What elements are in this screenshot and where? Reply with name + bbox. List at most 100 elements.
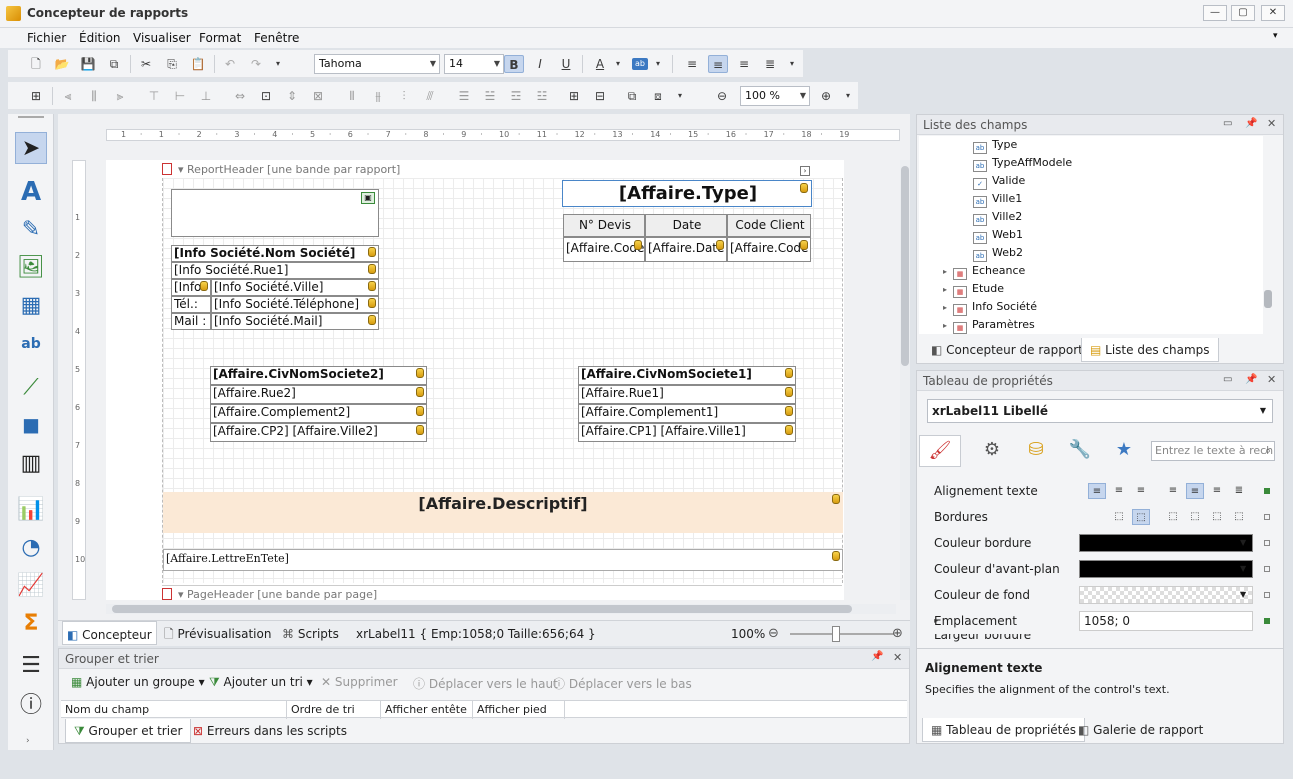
- menu-overflow-icon[interactable]: ▾: [1268, 30, 1283, 42]
- checkbox-tool-icon[interactable]: ab: [15, 328, 47, 360]
- close-pane-icon[interactable]: ✕: [1267, 117, 1276, 130]
- align-rights-icon[interactable]: ⫸: [110, 87, 130, 105]
- band-report-header[interactable]: ▾ ReportHeader [une bande par rapport]: [162, 161, 400, 179]
- backcolor-icon[interactable]: ab: [632, 58, 648, 70]
- label-cp-ville1[interactable]: [Affaire.CP1] [Affaire.Ville1]: [578, 423, 796, 442]
- tree-field-type[interactable]: ab Type: [973, 136, 1017, 154]
- label-affaire-type[interactable]: [Affaire.Type]: [562, 180, 812, 207]
- close-pane-icon[interactable]: ✕: [1267, 373, 1276, 386]
- forecolor-swatch[interactable]: [1079, 560, 1253, 578]
- same-height-icon[interactable]: ⇕: [282, 87, 302, 105]
- layout-overflow-icon[interactable]: ▾: [674, 87, 686, 105]
- label-company-mail[interactable]: [Info Société.Mail]: [211, 313, 379, 330]
- menu-format[interactable]: Format: [194, 30, 246, 46]
- label-lettre-en-tete[interactable]: [Affaire.LettreEnTete]: [163, 549, 843, 571]
- paste-icon[interactable]: 📋: [188, 55, 208, 73]
- pin-icon[interactable]: 📌: [871, 651, 883, 662]
- pointer-tool-icon[interactable]: ➤: [15, 132, 47, 164]
- tree-table-etude[interactable]: ▸ ▦ Etude: [943, 280, 1004, 298]
- bold-icon[interactable]: B: [504, 55, 524, 73]
- align-center-icon[interactable]: ≡: [708, 55, 728, 73]
- table-header-code-client[interactable]: Code Client: [727, 214, 811, 237]
- toolbox-scroll-icon[interactable]: ›: [26, 736, 30, 746]
- tab-erreurs-scripts[interactable]: ⊠ Erreurs dans les scripts: [185, 719, 355, 743]
- forecolor-dropdown-icon[interactable]: ▾: [612, 55, 624, 73]
- col-afficher-pied[interactable]: Afficher pied: [473, 701, 565, 719]
- tab-behavior-icon[interactable]: ⚙: [971, 435, 1013, 467]
- toolbar-overflow-icon[interactable]: ▾: [272, 55, 284, 73]
- tree-field-web1[interactable]: ab Web1: [973, 226, 1023, 244]
- center-vertically-icon[interactable]: ⊟: [590, 87, 610, 105]
- zoom-slider-thumb[interactable]: [832, 626, 840, 642]
- summary-tool-icon[interactable]: Σ: [15, 608, 47, 640]
- border-top-icon[interactable]: ⬚: [1186, 509, 1204, 525]
- align-top-center-icon[interactable]: ≡: [1110, 483, 1128, 499]
- label-descriptif[interactable]: [Affaire.Descriptif]: [163, 492, 843, 533]
- pin-icon[interactable]: 📌: [1245, 374, 1257, 385]
- table-cell-code-client[interactable]: [Affaire.Code: [727, 237, 811, 262]
- label-rue2[interactable]: [Affaire.Rue2]: [210, 385, 427, 404]
- border-color-swatch[interactable]: [1079, 534, 1253, 552]
- label-civnom2[interactable]: [Affaire.CivNomSociete2]: [210, 366, 427, 385]
- maximize-button[interactable]: ▢: [1231, 5, 1255, 21]
- tree-table-parametres[interactable]: ▸ ▦ Paramètres: [943, 316, 1035, 334]
- label-company-rue[interactable]: [Info Société.Rue1]: [171, 262, 379, 279]
- sparkline-tool-icon[interactable]: 📈: [15, 570, 47, 602]
- tab-favorites-icon[interactable]: ★: [1103, 435, 1145, 467]
- new-icon[interactable]: 🗋: [26, 55, 46, 73]
- move-up-button[interactable]: ⓘ Déplacer vers le haut: [413, 675, 558, 692]
- tree-field-valide[interactable]: ✓ Valide: [973, 172, 1025, 190]
- bring-to-front-icon[interactable]: ⧉: [622, 87, 642, 105]
- prop-row-couleur-avant-plan[interactable]: Couleur d'avant-plan ▼: [916, 556, 1278, 582]
- open-icon[interactable]: 📂: [52, 55, 72, 73]
- tab-data-icon[interactable]: ⛁: [1015, 435, 1057, 467]
- label-tool-icon[interactable]: A: [15, 176, 47, 208]
- table-header-date[interactable]: Date: [645, 214, 727, 237]
- page-info-tool-icon[interactable]: ⓘ: [15, 690, 47, 722]
- add-sort-button[interactable]: ⧩ Ajouter un tri ▾: [209, 675, 313, 690]
- redo-icon[interactable]: ↷: [246, 55, 266, 73]
- close-button[interactable]: ✕: [1261, 5, 1285, 21]
- tab-appearance-icon[interactable]: 🖌: [919, 435, 961, 467]
- h-spacing-remove-icon[interactable]: ⫻: [420, 87, 440, 105]
- chart-tool-icon[interactable]: 📊: [15, 494, 47, 526]
- dropdown-icon[interactable]: ▼: [1240, 556, 1246, 582]
- align-top-right-icon[interactable]: ≡: [1132, 483, 1150, 499]
- prop-row-couleur-bordure[interactable]: Couleur bordure ▼: [916, 530, 1278, 556]
- tab-concepteur-rapports[interactable]: ◧ Concepteur de rapports: [923, 338, 1097, 362]
- align-right-icon[interactable]: ≡: [1208, 483, 1226, 499]
- tab-concepteur[interactable]: ◧ Concepteur: [62, 621, 157, 645]
- toc-tool-icon[interactable]: ☰: [15, 650, 47, 682]
- tree-field-ville2[interactable]: ab Ville2: [973, 208, 1022, 226]
- align-to-grid-icon[interactable]: ⊞: [26, 87, 46, 105]
- align-middles-icon[interactable]: ⊢: [170, 87, 190, 105]
- zoom-overflow-icon[interactable]: ▾: [842, 87, 854, 105]
- emplacement-input[interactable]: 1058; 0: [1079, 611, 1253, 631]
- same-size-icon[interactable]: ⊠: [308, 87, 328, 105]
- selected-control-combo[interactable]: xrLabel11 Libellé ▼: [927, 399, 1273, 423]
- delete-button[interactable]: ✕ Supprimer: [321, 675, 398, 689]
- align-left-icon[interactable]: ≡: [682, 55, 702, 73]
- table-tool-icon[interactable]: ▦: [15, 290, 47, 322]
- line-tool-icon[interactable]: ⟋: [15, 372, 47, 404]
- richtext-tool-icon[interactable]: ✎: [15, 214, 47, 246]
- table-header-devis[interactable]: N° Devis: [563, 214, 645, 237]
- dropdown-icon[interactable]: ▼: [1240, 582, 1246, 608]
- tab-galerie-rapport[interactable]: ◧ Galerie de rapport: [1070, 718, 1211, 742]
- barcode-tool-icon[interactable]: ▥: [15, 448, 47, 480]
- size-to-grid-icon[interactable]: ⊡: [256, 87, 276, 105]
- menu-fenetre[interactable]: Fenêtre: [249, 30, 304, 46]
- move-down-button[interactable]: ⓘ Déplacer vers le bas: [553, 675, 692, 692]
- zoom-minus-icon[interactable]: ⊖: [768, 621, 779, 647]
- menu-visualiser[interactable]: Visualiser: [128, 30, 196, 46]
- border-all-icon[interactable]: ⬚: [1132, 509, 1150, 525]
- smart-tag-icon[interactable]: ›: [800, 166, 810, 176]
- underline-icon[interactable]: U: [556, 55, 576, 73]
- backcolor-dropdown-icon[interactable]: ▾: [652, 55, 664, 73]
- table-cell-code[interactable]: [Affaire.Code: [563, 237, 645, 262]
- save-icon[interactable]: 💾: [78, 55, 98, 73]
- add-group-button[interactable]: ▦ Ajouter un groupe ▾: [71, 675, 205, 689]
- zoom-in-icon[interactable]: ⊕: [816, 87, 836, 105]
- tree-table-info-societe[interactable]: ▸ ▦ Info Société: [943, 298, 1037, 316]
- label-cp-ville2[interactable]: [Affaire.CP2] [Affaire.Ville2]: [210, 423, 427, 442]
